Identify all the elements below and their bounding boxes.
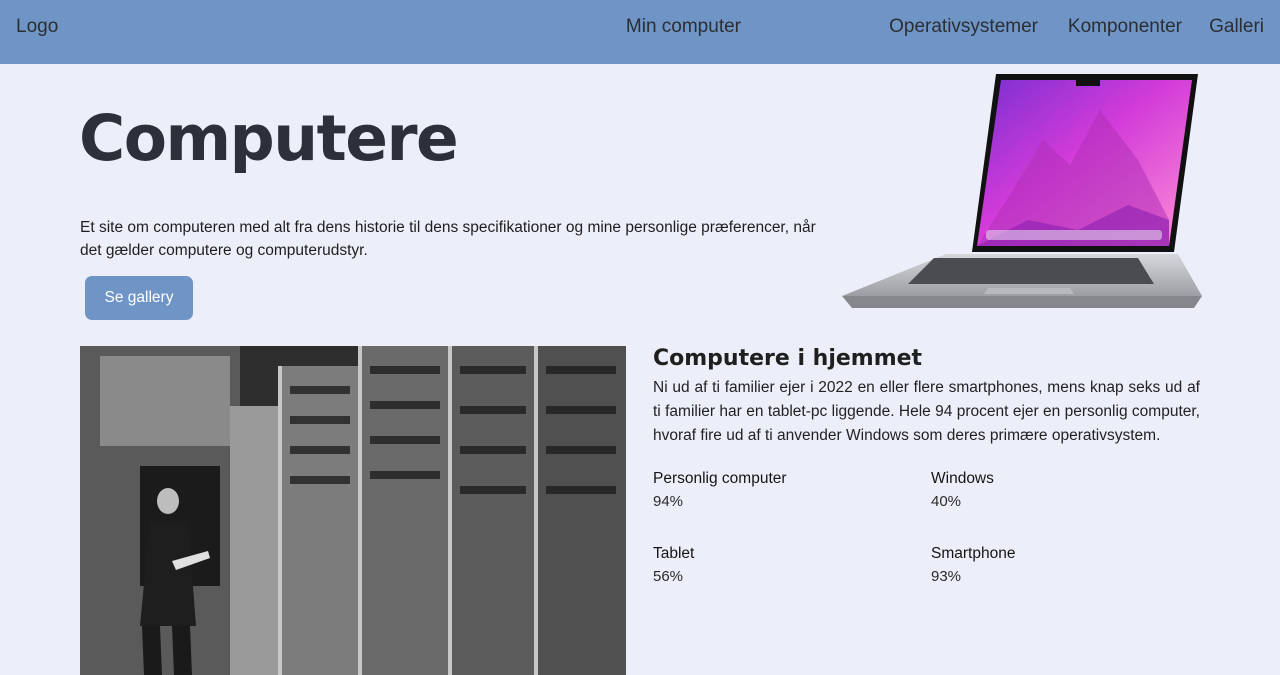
hero-description: Et site om computeren med alt fra dens h… xyxy=(80,219,816,259)
stat-value: 93% xyxy=(931,568,962,585)
stat-label: Windows xyxy=(931,470,994,487)
nav-link-komponenter[interactable]: Komponenter xyxy=(1068,16,1182,38)
stat-smartphone: Smartphone 93% xyxy=(931,542,1191,588)
stat-windows: Windows 40% xyxy=(931,467,1191,513)
stat-label: Tablet xyxy=(653,545,695,562)
nav-link-operativsystemer[interactable]: Operativsystemer xyxy=(889,16,1038,38)
stat-personal-computer: Personlig computer 94% xyxy=(653,467,913,513)
historic-computer-photo xyxy=(80,346,626,675)
logo[interactable]: Logo xyxy=(16,16,58,38)
stat-value: 56% xyxy=(653,568,684,585)
stat-label: Personlig computer xyxy=(653,470,787,487)
page-title: Computere xyxy=(79,102,459,175)
section-title: Computere i hjemmet xyxy=(653,346,923,371)
stat-label: Smartphone xyxy=(931,545,1016,562)
nav-link-min-computer[interactable]: Min computer xyxy=(626,16,741,38)
stat-value: 94% xyxy=(653,493,684,510)
see-gallery-button[interactable]: Se gallery xyxy=(85,276,193,320)
stat-tablet: Tablet 56% xyxy=(653,542,913,588)
stat-value: 40% xyxy=(931,493,962,510)
top-navbar: Logo Min computer Operativsystemer Kompo… xyxy=(0,0,1280,64)
laptop-image xyxy=(842,74,1202,308)
nav-link-galleri[interactable]: Galleri xyxy=(1209,16,1264,38)
section-description: Ni ud af ti familier ejer i 2022 en elle… xyxy=(653,379,1200,444)
